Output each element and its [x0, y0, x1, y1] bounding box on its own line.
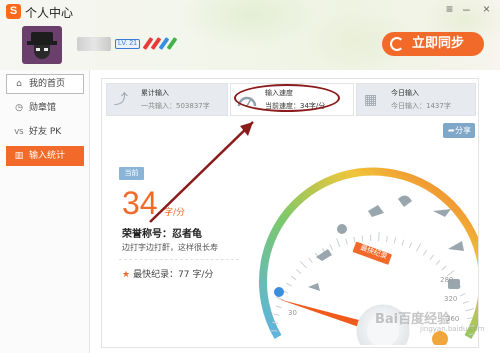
- annotation-arrow: [149, 121, 254, 223]
- watermark-sub: jingyan.baidu.com: [420, 325, 485, 333]
